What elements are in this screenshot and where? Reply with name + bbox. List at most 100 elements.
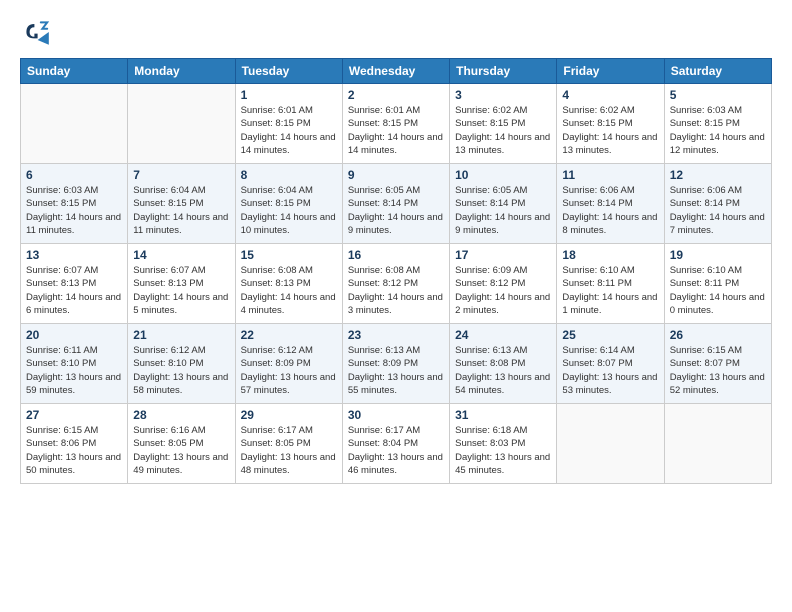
day-number: 8	[241, 168, 337, 182]
calendar-header-tuesday: Tuesday	[235, 59, 342, 84]
logo	[20, 16, 56, 48]
day-info: Sunrise: 6:10 AM Sunset: 8:11 PM Dayligh…	[562, 264, 658, 317]
day-info: Sunrise: 6:01 AM Sunset: 8:15 PM Dayligh…	[241, 104, 337, 157]
calendar-header-saturday: Saturday	[664, 59, 771, 84]
day-number: 15	[241, 248, 337, 262]
calendar-cell: 31Sunrise: 6:18 AM Sunset: 8:03 PM Dayli…	[450, 404, 557, 484]
day-number: 13	[26, 248, 122, 262]
day-number: 30	[348, 408, 444, 422]
calendar-cell: 4 Sunrise: 6:02 AM Sunset: 8:15 PM Daylig…	[557, 84, 664, 164]
day-info: Sunrise: 6:01 AM Sunset: 8:15 PM Dayligh…	[348, 104, 444, 157]
calendar-week-1: 1 Sunrise: 6:01 AM Sunset: 8:15 PM Daylig…	[21, 84, 772, 164]
day-info: Sunrise: 6:02 AM Sunset: 8:15 PM Dayligh…	[562, 104, 658, 157]
day-info: Sunrise: 6:10 AM Sunset: 8:11 PM Dayligh…	[670, 264, 766, 317]
day-info: Sunrise: 6:08 AM Sunset: 8:12 PM Dayligh…	[348, 264, 444, 317]
day-info: Sunrise: 6:14 AM Sunset: 8:07 PM Dayligh…	[562, 344, 658, 397]
calendar-cell: 5 Sunrise: 6:03 AM Sunset: 8:15 PM Daylig…	[664, 84, 771, 164]
calendar-cell: 21 Sunrise: 6:12 AM Sunset: 8:10 PM Dayli…	[128, 324, 235, 404]
calendar-cell: 8 Sunrise: 6:04 AM Sunset: 8:15 PM Daylig…	[235, 164, 342, 244]
calendar-cell: 20 Sunrise: 6:11 AM Sunset: 8:10 PM Dayli…	[21, 324, 128, 404]
calendar-header-friday: Friday	[557, 59, 664, 84]
calendar-week-3: 13 Sunrise: 6:07 AM Sunset: 8:13 PM Dayli…	[21, 244, 772, 324]
day-info: Sunrise: 6:03 AM Sunset: 8:15 PM Dayligh…	[670, 104, 766, 157]
calendar-cell: 30 Sunrise: 6:17 AM Sunset: 8:04 PM Dayli…	[342, 404, 449, 484]
day-number: 29	[241, 408, 337, 422]
day-number: 27	[26, 408, 122, 422]
day-info: Sunrise: 6:08 AM Sunset: 8:13 PM Dayligh…	[241, 264, 337, 317]
day-number: 5	[670, 88, 766, 102]
day-info: Sunrise: 6:02 AM Sunset: 8:15 PM Dayligh…	[455, 104, 551, 157]
calendar-cell: 16 Sunrise: 6:08 AM Sunset: 8:12 PM Dayli…	[342, 244, 449, 324]
day-info: Sunrise: 6:16 AM Sunset: 8:05 PM Dayligh…	[133, 424, 229, 477]
calendar-cell: 15 Sunrise: 6:08 AM Sunset: 8:13 PM Dayli…	[235, 244, 342, 324]
calendar-cell: 22 Sunrise: 6:12 AM Sunset: 8:09 PM Dayli…	[235, 324, 342, 404]
calendar-cell	[128, 84, 235, 164]
calendar-cell: 10 Sunrise: 6:05 AM Sunset: 8:14 PM Dayli…	[450, 164, 557, 244]
day-number: 4	[562, 88, 658, 102]
day-info: Sunrise: 6:04 AM Sunset: 8:15 PM Dayligh…	[241, 184, 337, 237]
calendar-cell: 25 Sunrise: 6:14 AM Sunset: 8:07 PM Dayli…	[557, 324, 664, 404]
day-number: 7	[133, 168, 229, 182]
day-info: Sunrise: 6:15 AM Sunset: 8:07 PM Dayligh…	[670, 344, 766, 397]
calendar-cell: 19 Sunrise: 6:10 AM Sunset: 8:11 PM Dayli…	[664, 244, 771, 324]
day-number: 1	[241, 88, 337, 102]
calendar-header-monday: Monday	[128, 59, 235, 84]
day-info: Sunrise: 6:07 AM Sunset: 8:13 PM Dayligh…	[133, 264, 229, 317]
calendar-week-4: 20 Sunrise: 6:11 AM Sunset: 8:10 PM Dayli…	[21, 324, 772, 404]
day-number: 12	[670, 168, 766, 182]
calendar-table: SundayMondayTuesdayWednesdayThursdayFrid…	[20, 58, 772, 484]
calendar-header-wednesday: Wednesday	[342, 59, 449, 84]
calendar-cell: 9Sunrise: 6:05 AM Sunset: 8:14 PM Daylig…	[342, 164, 449, 244]
day-number: 20	[26, 328, 122, 342]
day-number: 14	[133, 248, 229, 262]
calendar-week-5: 27 Sunrise: 6:15 AM Sunset: 8:06 PM Dayli…	[21, 404, 772, 484]
day-number: 31	[455, 408, 551, 422]
day-info: Sunrise: 6:15 AM Sunset: 8:06 PM Dayligh…	[26, 424, 122, 477]
day-number: 24	[455, 328, 551, 342]
day-number: 26	[670, 328, 766, 342]
calendar-header-row: SundayMondayTuesdayWednesdayThursdayFrid…	[21, 59, 772, 84]
logo-icon	[20, 16, 52, 48]
day-number: 16	[348, 248, 444, 262]
calendar-cell	[664, 404, 771, 484]
day-info: Sunrise: 6:06 AM Sunset: 8:14 PM Dayligh…	[670, 184, 766, 237]
day-info: Sunrise: 6:13 AM Sunset: 8:09 PM Dayligh…	[348, 344, 444, 397]
day-number: 2	[348, 88, 444, 102]
day-info: Sunrise: 6:06 AM Sunset: 8:14 PM Dayligh…	[562, 184, 658, 237]
day-number: 21	[133, 328, 229, 342]
calendar-cell: 3 Sunrise: 6:02 AM Sunset: 8:15 PM Daylig…	[450, 84, 557, 164]
day-info: Sunrise: 6:04 AM Sunset: 8:15 PM Dayligh…	[133, 184, 229, 237]
calendar-cell: 26 Sunrise: 6:15 AM Sunset: 8:07 PM Dayli…	[664, 324, 771, 404]
calendar-header-sunday: Sunday	[21, 59, 128, 84]
calendar-cell: 29Sunrise: 6:17 AM Sunset: 8:05 PM Dayli…	[235, 404, 342, 484]
calendar-cell: 2 Sunrise: 6:01 AM Sunset: 8:15 PM Daylig…	[342, 84, 449, 164]
calendar-cell: 17 Sunrise: 6:09 AM Sunset: 8:12 PM Dayli…	[450, 244, 557, 324]
day-info: Sunrise: 6:11 AM Sunset: 8:10 PM Dayligh…	[26, 344, 122, 397]
day-info: Sunrise: 6:12 AM Sunset: 8:10 PM Dayligh…	[133, 344, 229, 397]
calendar-cell: 12 Sunrise: 6:06 AM Sunset: 8:14 PM Dayli…	[664, 164, 771, 244]
day-number: 3	[455, 88, 551, 102]
calendar-cell: 27 Sunrise: 6:15 AM Sunset: 8:06 PM Dayli…	[21, 404, 128, 484]
page: SundayMondayTuesdayWednesdayThursdayFrid…	[0, 0, 792, 612]
day-number: 25	[562, 328, 658, 342]
day-info: Sunrise: 6:13 AM Sunset: 8:08 PM Dayligh…	[455, 344, 551, 397]
day-number: 19	[670, 248, 766, 262]
calendar-cell: 6Sunrise: 6:03 AM Sunset: 8:15 PM Daylig…	[21, 164, 128, 244]
calendar-cell: 23Sunrise: 6:13 AM Sunset: 8:09 PM Dayli…	[342, 324, 449, 404]
calendar-cell: 14 Sunrise: 6:07 AM Sunset: 8:13 PM Dayli…	[128, 244, 235, 324]
day-number: 11	[562, 168, 658, 182]
day-info: Sunrise: 6:05 AM Sunset: 8:14 PM Dayligh…	[455, 184, 551, 237]
day-info: Sunrise: 6:17 AM Sunset: 8:04 PM Dayligh…	[348, 424, 444, 477]
day-number: 6	[26, 168, 122, 182]
calendar-cell: 18 Sunrise: 6:10 AM Sunset: 8:11 PM Dayli…	[557, 244, 664, 324]
day-info: Sunrise: 6:12 AM Sunset: 8:09 PM Dayligh…	[241, 344, 337, 397]
day-number: 22	[241, 328, 337, 342]
day-number: 18	[562, 248, 658, 262]
calendar-cell: 13Sunrise: 6:07 AM Sunset: 8:13 PM Dayli…	[21, 244, 128, 324]
day-number: 17	[455, 248, 551, 262]
calendar-cell	[21, 84, 128, 164]
day-info: Sunrise: 6:09 AM Sunset: 8:12 PM Dayligh…	[455, 264, 551, 317]
calendar-cell	[557, 404, 664, 484]
day-number: 10	[455, 168, 551, 182]
calendar-week-2: 6Sunrise: 6:03 AM Sunset: 8:15 PM Daylig…	[21, 164, 772, 244]
